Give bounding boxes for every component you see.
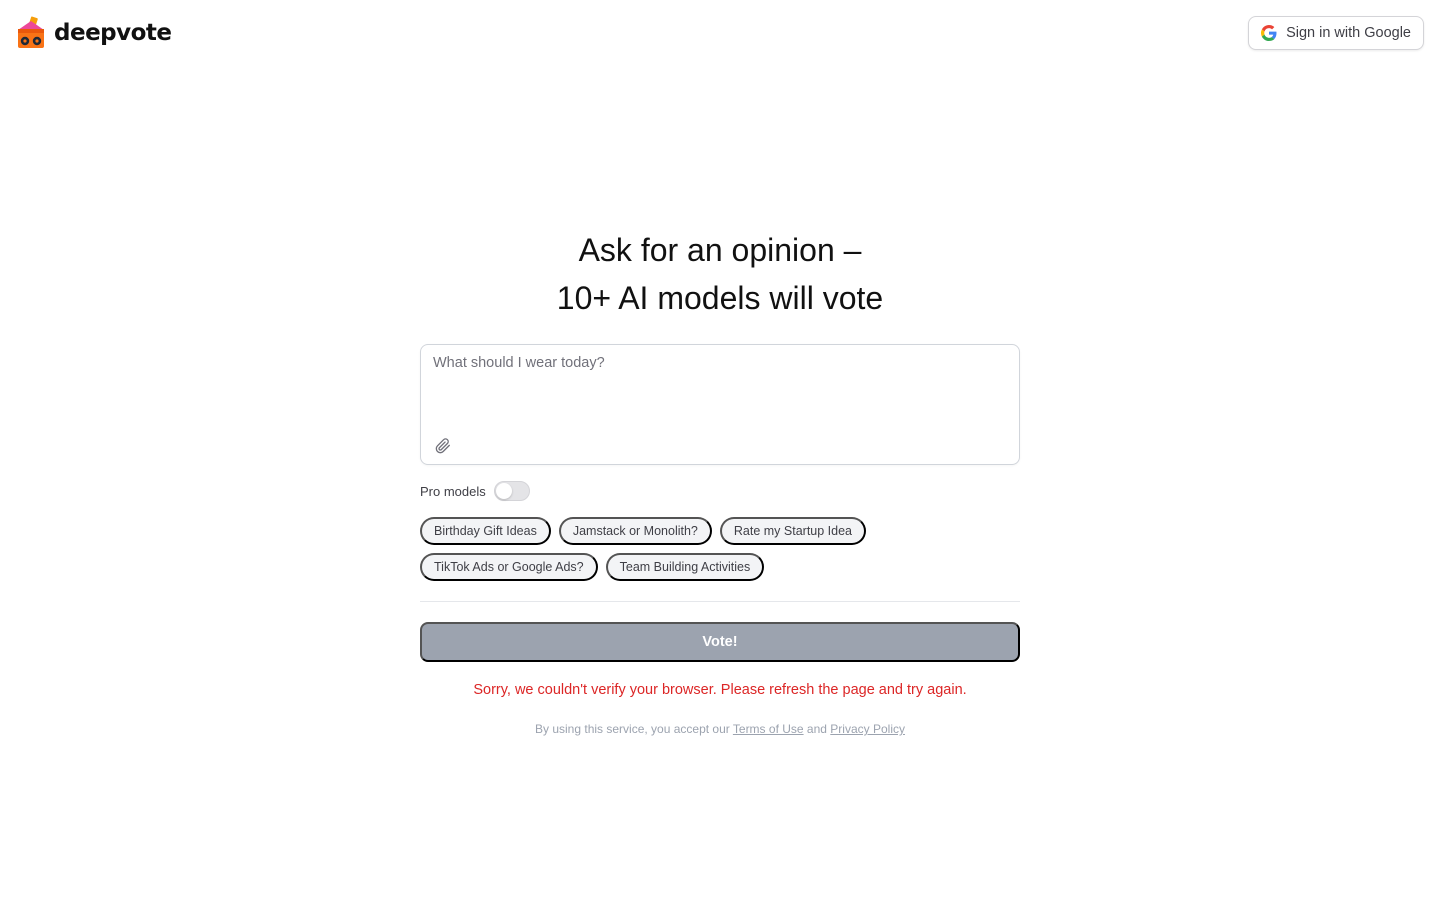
- suggestion-chip[interactable]: Jamstack or Monolith?: [558, 517, 712, 545]
- error-message: Sorry, we couldn't verify your browser. …: [473, 682, 967, 698]
- vote-button[interactable]: Vote!: [420, 622, 1020, 662]
- legal-conjunction: and: [806, 722, 827, 736]
- legal-notice: By using this service, you accept our Te…: [0, 722, 1440, 736]
- page-headline: Ask for an opinion – 10+ AI models will …: [0, 226, 1440, 322]
- suggestion-chips: Birthday Gift Ideas Jamstack or Monolith…: [420, 517, 1020, 581]
- top-header: deepvote Sign in with Google: [0, 0, 1440, 68]
- headline-line-1: Ask for an opinion –: [578, 232, 862, 268]
- question-composer: [420, 344, 1020, 465]
- brand-name: deepvote: [54, 20, 172, 46]
- terms-of-use-link[interactable]: Terms of Use: [733, 722, 804, 736]
- pro-models-label: Pro models: [420, 483, 486, 499]
- sign-in-label: Sign in with Google: [1286, 25, 1411, 41]
- legal-prefix: By using this service, you accept our: [535, 722, 730, 736]
- suggestion-chip[interactable]: TikTok Ads or Google Ads?: [420, 553, 598, 581]
- question-input[interactable]: [433, 355, 1007, 425]
- paperclip-attach-icon[interactable]: [435, 438, 451, 454]
- pro-models-row: Pro models: [420, 480, 530, 502]
- ballot-box-logo-icon: [18, 16, 44, 48]
- suggestion-chip[interactable]: Rate my Startup Idea: [719, 517, 867, 545]
- divider: [420, 601, 1020, 602]
- toggle-knob: [495, 483, 512, 499]
- google-icon: [1261, 25, 1277, 41]
- sign-in-with-google-button[interactable]: Sign in with Google: [1248, 16, 1424, 50]
- suggestion-chip[interactable]: Team Building Activities: [605, 553, 765, 581]
- pro-models-toggle[interactable]: [493, 481, 530, 501]
- privacy-policy-link[interactable]: Privacy Policy: [830, 722, 905, 736]
- suggestion-chip[interactable]: Birthday Gift Ideas: [420, 517, 551, 545]
- headline-line-2: 10+ AI models will vote: [556, 280, 884, 316]
- brand-logo-link[interactable]: deepvote: [16, 16, 172, 50]
